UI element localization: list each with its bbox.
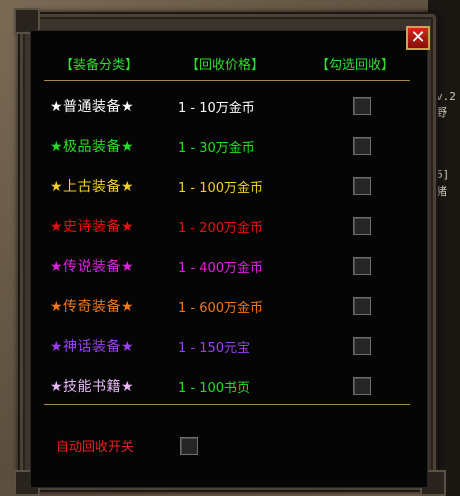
recycle-checkbox[interactable] [353, 97, 371, 115]
column-header-category: 【装备分类】 [60, 58, 139, 73]
recycle-checkbox[interactable] [353, 297, 371, 315]
auto-recycle-label: 自动回收开关 [56, 440, 135, 455]
recycle-checkbox[interactable] [353, 177, 371, 195]
footer-divider [44, 404, 410, 405]
background-text: v.2 [436, 90, 456, 103]
price-label: 1 - 600万金币 [178, 301, 264, 316]
price-label: 1 - 200万金币 [178, 221, 264, 236]
category-label: ★传说装备★ [50, 259, 135, 275]
category-label: ★神话装备★ [50, 339, 135, 355]
recycle-checkbox[interactable] [353, 137, 371, 155]
category-label: ★普通装备★ [50, 99, 135, 115]
category-label: ★极品装备★ [50, 139, 135, 155]
price-label: 1 - 30万金币 [178, 141, 255, 156]
recycle-checkbox[interactable] [353, 217, 371, 235]
auto-recycle-toggle[interactable] [180, 437, 198, 455]
header-divider [44, 80, 410, 81]
price-label: 1 - 100书页 [178, 381, 251, 396]
category-label: ★史诗装备★ [50, 219, 135, 235]
recycle-checkbox[interactable] [353, 337, 371, 355]
category-label: ★技能书籍★ [50, 379, 135, 395]
category-label: ★上古装备★ [50, 179, 135, 195]
close-button[interactable]: ✕ [406, 26, 430, 50]
price-label: 1 - 100万金币 [178, 181, 264, 196]
column-header-select: 【勾选回收】 [316, 58, 395, 73]
price-label: 1 - 400万金币 [178, 261, 264, 276]
price-label: 1 - 10万金币 [178, 101, 255, 116]
column-header-price: 【回收价格】 [186, 58, 265, 73]
price-label: 1 - 150元宝 [178, 341, 251, 356]
recycle-checkbox[interactable] [353, 257, 371, 275]
category-label: ★传奇装备★ [50, 299, 135, 315]
recycle-checkbox[interactable] [353, 377, 371, 395]
